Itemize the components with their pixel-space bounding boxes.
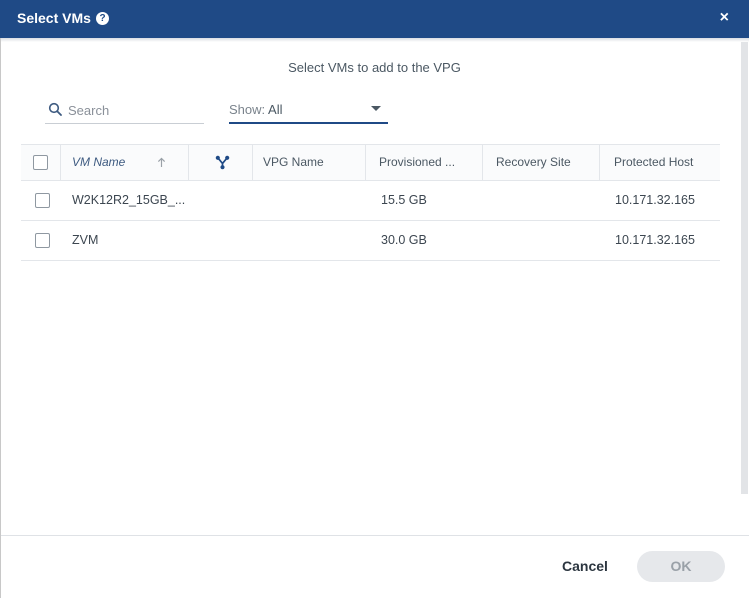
dialog-titlebar: Select VMs ? × <box>0 0 749 38</box>
cell-provisioned: 15.5 GB <box>381 193 427 207</box>
column-header-vpg-name[interactable]: VPG Name <box>253 145 366 180</box>
select-all-cell <box>21 145 61 180</box>
show-filter-prefix: Show: <box>229 102 266 117</box>
row-checkbox[interactable] <box>35 233 50 248</box>
column-header-label: Protected Host <box>614 155 694 169</box>
dialog-title: Select VMs <box>17 10 91 26</box>
cell-recovery-site <box>483 221 600 260</box>
fork-icon <box>215 155 230 170</box>
row-select-cell <box>21 221 61 260</box>
column-header-relation[interactable] <box>189 145 253 180</box>
show-filter-label: Show: All <box>229 102 283 117</box>
cell-protected-host: 10.171.32.165 <box>615 193 695 207</box>
select-vms-dialog: Select VMs ? × Select VMs to add to the … <box>0 0 749 598</box>
dialog-subtitle: Select VMs to add to the VPG <box>288 60 461 75</box>
cell-recovery-site <box>483 181 600 220</box>
search-input[interactable] <box>66 99 205 121</box>
select-all-checkbox[interactable] <box>33 155 48 170</box>
show-filter-value: All <box>268 102 283 117</box>
cell-vpg-name <box>253 181 366 220</box>
cell-vm-name: ZVM <box>72 233 99 247</box>
column-header-protected-host[interactable]: Protected Host <box>600 145 720 180</box>
column-header-label: VM Name <box>72 155 126 169</box>
row-select-cell <box>21 181 61 220</box>
search-box[interactable] <box>45 97 205 124</box>
cell-provisioned: 30.0 GB <box>381 233 427 247</box>
table-header: VM Name VPG Name Provisioned ... Recover… <box>21 144 720 181</box>
chevron-down-icon[interactable] <box>371 106 381 111</box>
vertical-scrollbar[interactable] <box>740 42 749 534</box>
dialog-left-border <box>0 38 1 598</box>
search-icon <box>48 102 62 116</box>
vm-table: VM Name VPG Name Provisioned ... Recover… <box>21 144 720 261</box>
row-checkbox[interactable] <box>35 193 50 208</box>
table-row[interactable]: ZVM 30.0 GB 10.171.32.165 <box>21 221 720 261</box>
cell-vpg-name <box>253 221 366 260</box>
cell-protected-host: 10.171.32.165 <box>615 233 695 247</box>
table-row[interactable]: W2K12R2_15GB_... 15.5 GB 10.171.32.165 <box>21 181 720 221</box>
column-header-label: VPG Name <box>263 155 324 169</box>
column-header-label: Recovery Site <box>496 155 571 169</box>
cancel-button[interactable]: Cancel <box>555 552 615 580</box>
close-icon[interactable]: × <box>720 10 729 26</box>
titlebar-shadow <box>0 38 749 42</box>
question-circle-icon[interactable]: ? <box>96 12 109 25</box>
column-header-vm-name[interactable]: VM Name <box>61 145 189 180</box>
sort-ascending-icon[interactable] <box>157 157 166 168</box>
ok-button[interactable]: OK <box>637 551 725 582</box>
column-header-label: Provisioned ... <box>379 155 456 169</box>
scrollbar-thumb[interactable] <box>741 42 748 494</box>
column-header-recovery-site[interactable]: Recovery Site <box>483 145 600 180</box>
cell-vm-name: W2K12R2_15GB_... <box>72 193 186 207</box>
footer-divider <box>1 535 749 536</box>
column-header-provisioned[interactable]: Provisioned ... <box>366 145 483 180</box>
show-filter-dropdown[interactable]: Show: All <box>229 97 388 124</box>
